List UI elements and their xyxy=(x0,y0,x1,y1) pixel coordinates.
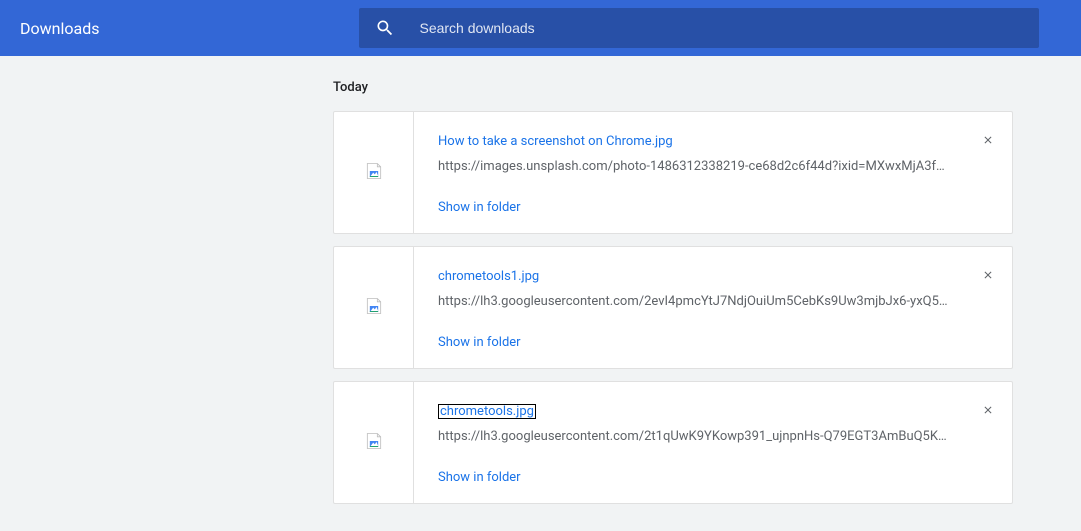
download-icon-area xyxy=(334,112,414,233)
download-url: https://lh3.googleusercontent.com/2t1qUw… xyxy=(438,429,964,444)
remove-button[interactable] xyxy=(978,265,998,285)
download-icon-area xyxy=(334,382,414,503)
download-icon-area xyxy=(334,247,414,368)
close-icon xyxy=(982,401,994,420)
download-file-name[interactable]: chrometools1.jpg xyxy=(438,269,539,284)
download-card: How to take a screenshot on Chrome.jpg h… xyxy=(333,111,1013,234)
remove-area xyxy=(964,247,1012,368)
show-in-folder-link[interactable]: Show in folder xyxy=(438,470,521,485)
download-url: https://images.unsplash.com/photo-148631… xyxy=(438,159,964,174)
content-area: Today How to take a screenshot on Chrome… xyxy=(0,80,1081,504)
search-input[interactable] xyxy=(419,20,1023,36)
page-title: Downloads xyxy=(20,19,99,38)
download-url: https://lh3.googleusercontent.com/2evI4p… xyxy=(438,294,964,309)
search-icon xyxy=(375,18,395,38)
download-card: chrometools.jpg https://lh3.googleuserco… xyxy=(333,381,1013,504)
remove-button[interactable] xyxy=(978,400,998,420)
download-info: chrometools1.jpg https://lh3.googleuserc… xyxy=(414,247,964,368)
close-icon xyxy=(982,266,994,285)
show-in-folder-link[interactable]: Show in folder xyxy=(438,200,521,215)
file-image-icon xyxy=(364,296,384,320)
close-icon xyxy=(982,131,994,150)
show-in-folder-link[interactable]: Show in folder xyxy=(438,335,521,350)
downloads-list: How to take a screenshot on Chrome.jpg h… xyxy=(333,111,1081,504)
search-container[interactable] xyxy=(359,8,1039,48)
download-file-name[interactable]: How to take a screenshot on Chrome.jpg xyxy=(438,134,673,149)
remove-area xyxy=(964,382,1012,503)
file-image-icon xyxy=(364,431,384,455)
header-bar: Downloads xyxy=(0,0,1081,56)
remove-area xyxy=(964,112,1012,233)
section-header: Today xyxy=(333,80,1081,95)
download-info: How to take a screenshot on Chrome.jpg h… xyxy=(414,112,964,233)
remove-button[interactable] xyxy=(978,130,998,150)
download-card: chrometools1.jpg https://lh3.googleuserc… xyxy=(333,246,1013,369)
download-file-name[interactable]: chrometools.jpg xyxy=(438,404,536,419)
file-image-icon xyxy=(364,161,384,185)
download-info: chrometools.jpg https://lh3.googleuserco… xyxy=(414,382,964,503)
